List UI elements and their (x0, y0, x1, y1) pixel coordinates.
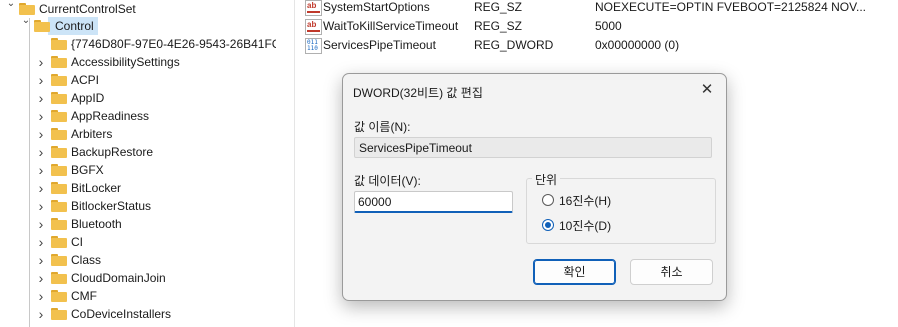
folder-icon (51, 272, 67, 284)
value-name: WaitToKillServiceTimeout (323, 19, 459, 33)
chevron-down-icon[interactable]: ⌄ (20, 12, 32, 30)
tree-item-label: Class (71, 253, 102, 267)
value-data: NOEXECUTE=OPTIN FVEBOOT=2125824 NOV... (595, 0, 866, 14)
ok-button[interactable]: 확인 (533, 259, 616, 285)
value-name: ServicesPipeTimeout (323, 38, 436, 52)
value-type: REG_SZ (474, 19, 523, 33)
chevron-right-icon[interactable]: › (35, 197, 47, 215)
chevron-right-icon[interactable]: › (35, 125, 47, 143)
value-data-label: 값 데이터(V): (354, 174, 421, 188)
radio-hex-label: 16진수(H) (559, 194, 612, 208)
value-data-input[interactable] (354, 191, 513, 213)
chevron-right-icon[interactable]: › (35, 251, 47, 269)
dialog-title: DWORD(32비트) 값 편집 (353, 86, 483, 100)
value-type: REG_DWORD (474, 38, 554, 52)
value-data: 0x00000000 (0) (595, 38, 680, 52)
chevron-right-icon[interactable]: › (35, 287, 47, 305)
tree-item-label: Bluetooth (71, 217, 122, 231)
folder-icon (51, 128, 67, 140)
radio-dec-label: 10진수(D) (559, 219, 612, 233)
tree-scroll-area (277, 0, 291, 327)
folder-icon (51, 308, 67, 320)
chevron-right-icon[interactable]: › (35, 305, 47, 323)
chevron-right-icon[interactable]: › (35, 143, 47, 161)
radio-button-dec[interactable] (542, 219, 554, 231)
tree-item-label: ACPI (71, 73, 100, 87)
chevron-right-icon[interactable]: › (35, 161, 47, 179)
value-name: SystemStartOptions (323, 0, 430, 14)
string-value-icon: ab (305, 0, 322, 16)
chevron-right-icon[interactable]: › (35, 71, 47, 89)
folder-icon (51, 236, 67, 248)
chevron-down-icon[interactable]: ⌄ (5, 0, 17, 13)
pane-splitter[interactable] (294, 0, 295, 327)
value-name-field: ServicesPipeTimeout (354, 137, 712, 158)
folder-icon (51, 74, 67, 86)
folder-icon (51, 182, 67, 194)
chevron-right-icon[interactable]: › (35, 179, 47, 197)
chevron-right-icon[interactable]: › (35, 269, 47, 287)
tree-item-label: AccessibilitySettings (71, 55, 180, 69)
tree-item-label: CoDeviceInstallers (71, 307, 172, 321)
edit-dword-dialog: DWORD(32비트) 값 편집 ✕ 값 이름(N): ServicesPipe… (342, 73, 727, 301)
folder-icon (51, 290, 67, 302)
tree-item-label: Arbiters (71, 127, 113, 141)
chevron-right-icon[interactable]: › (35, 53, 47, 71)
binary-value-icon: 011 110 (305, 38, 322, 54)
value-row[interactable]: ab SystemStartOptions REG_SZ NOEXECUTE=O… (300, 0, 898, 17)
tree-item-label: AppID (71, 91, 105, 105)
tree-item-label: {7746D80F-97E0-4E26-9543-26B41FC (71, 37, 276, 51)
folder-icon (51, 254, 67, 266)
folder-icon (51, 164, 67, 176)
folder-icon (51, 92, 67, 104)
tree-item-label: BGFX (71, 163, 104, 177)
tree-item-label: BitLocker (71, 181, 122, 195)
chevron-right-icon[interactable]: › (35, 215, 47, 233)
tree-item-label: CMF (71, 289, 97, 303)
tree-item-label: AppReadiness (71, 109, 150, 123)
folder-icon (51, 146, 67, 158)
value-data: 5000 (595, 19, 622, 33)
tree-item-label: BitlockerStatus (71, 199, 152, 213)
close-icon[interactable]: ✕ (696, 79, 718, 101)
value-name-label: 값 이름(N): (354, 120, 411, 134)
folder-icon (51, 218, 67, 230)
chevron-right-icon[interactable]: › (35, 107, 47, 125)
cancel-button[interactable]: 취소 (630, 259, 713, 285)
tree-item-label: Control (55, 19, 94, 33)
folder-icon (51, 110, 67, 122)
tree-item-label: CI (71, 235, 83, 249)
value-row[interactable]: 011 110 ServicesPipeTimeout REG_DWORD 0x0… (300, 36, 898, 55)
tree-item-label: CloudDomainJoin (71, 271, 166, 285)
value-type: REG_SZ (474, 0, 523, 14)
folder-icon (51, 38, 67, 50)
folder-icon (51, 56, 67, 68)
registry-tree[interactable]: ⌄ CurrentControlSet ⌄ Control {7746D80F-… (0, 0, 276, 327)
tree-item-label: BackupRestore (71, 145, 154, 159)
radio-button-hex[interactable] (542, 194, 554, 206)
string-value-icon: ab (305, 19, 322, 35)
value-row[interactable]: ab WaitToKillServiceTimeout REG_SZ 5000 (300, 17, 898, 36)
base-group-label: 단위 (532, 171, 561, 188)
tree-item-label: CurrentControlSet (39, 2, 136, 16)
tree-guide-line (29, 18, 30, 327)
chevron-right-icon[interactable]: › (35, 89, 47, 107)
folder-icon (51, 200, 67, 212)
folder-open-icon (34, 20, 50, 32)
chevron-right-icon[interactable]: › (35, 233, 47, 251)
